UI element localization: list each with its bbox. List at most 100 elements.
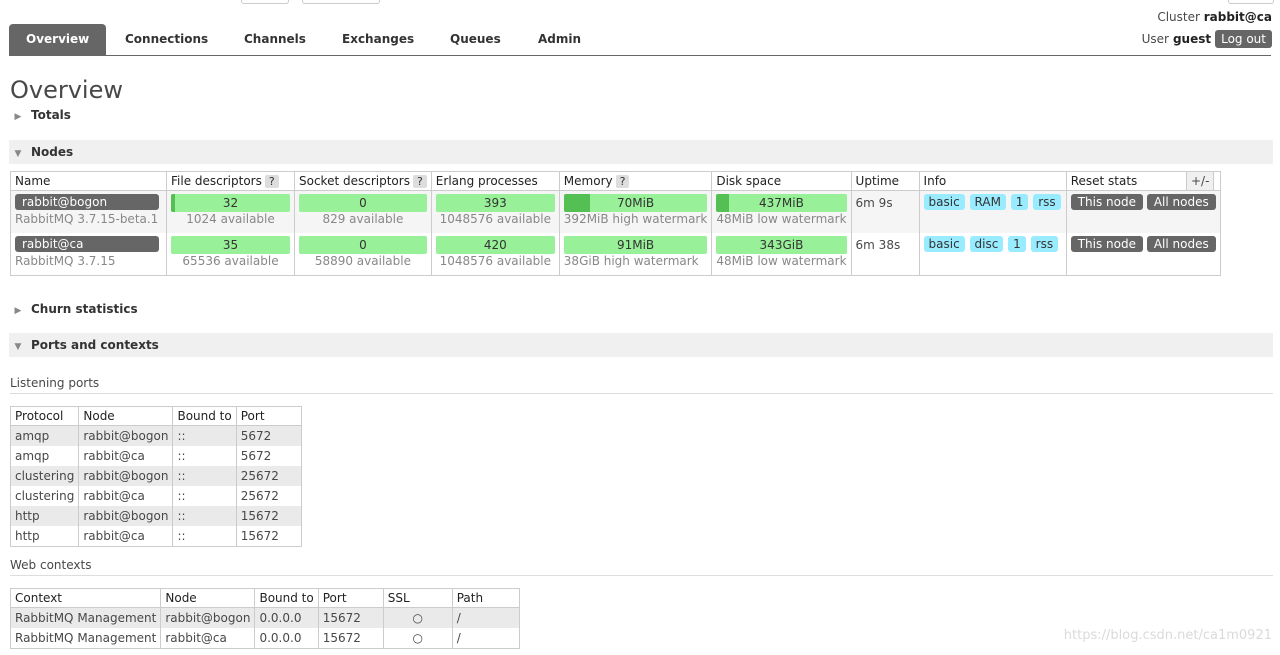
col-port: Port: [235, 406, 302, 426]
col-bound-to: Bound to: [172, 406, 237, 426]
socket-cell: 0 829 available: [294, 190, 432, 233]
section-totals[interactable]: ▶ Totals: [9, 103, 1273, 127]
tab-connections[interactable]: Connections: [108, 24, 225, 55]
node-link[interactable]: rabbit@ca: [15, 236, 159, 252]
memory-bar-fill: [563, 194, 590, 212]
process-cell: 420 1048576 available: [430, 233, 560, 276]
reset-this-node-button[interactable]: This node: [1070, 236, 1143, 252]
table-row: clustering rabbit@bogon:: 25672: [9, 466, 302, 486]
tab-admin[interactable]: Admin: [521, 24, 598, 55]
socket-bar: 0: [299, 194, 427, 212]
process-bar: 393: [435, 194, 555, 212]
info-tag-count[interactable]: 1: [1010, 194, 1029, 210]
node-link[interactable]: rabbit@bogon: [15, 194, 159, 210]
uptime-cell: 6m 9s: [850, 190, 920, 233]
nodes-header-row: Name File descriptors? Socket descriptor…: [10, 171, 1221, 191]
col-name: Name: [10, 171, 167, 191]
table-row: clustering rabbit@ca:: 25672: [9, 486, 302, 506]
info-tag-rss[interactable]: rss: [1030, 236, 1059, 252]
col-memory: Memory?: [558, 171, 713, 191]
fd-bar: 32: [171, 194, 290, 212]
fd-cell: 35 65536 available: [166, 233, 295, 276]
disk-bar: 437MiB: [716, 194, 847, 212]
section-nodes[interactable]: ▼ Nodes: [9, 140, 1273, 164]
disk-watermark: 48MiB low watermark: [716, 212, 847, 226]
info-tag-type[interactable]: disc: [969, 236, 1004, 252]
reset-all-nodes-button[interactable]: All nodes: [1146, 236, 1216, 252]
cluster-label: Cluster: [1157, 10, 1200, 24]
table-row: rabbit@ca RabbitMQ 3.7.15 35 65536 avail…: [10, 233, 1221, 276]
socket-available: 829 available: [322, 212, 404, 226]
fd-cell: 32 1024 available: [166, 190, 295, 233]
memory-watermark: 38GiB high watermark: [563, 254, 699, 268]
contexts-header-row: Context Node Bound to Port SSL Path: [9, 588, 520, 608]
fd-available: 1024 available: [186, 212, 275, 226]
help-icon[interactable]: ?: [264, 175, 279, 188]
info-tag-type[interactable]: RAM: [969, 194, 1006, 210]
tab-overview[interactable]: Overview: [9, 24, 107, 55]
col-protocol: Protocol: [9, 406, 80, 426]
info-cell: basic disc 1 rss: [918, 233, 1067, 276]
page-title: Overview: [10, 76, 123, 104]
disk-watermark: 48MiB low watermark: [716, 254, 847, 268]
section-churn[interactable]: ▶ Churn statistics: [9, 297, 1273, 321]
disk-bar: 343GiB: [716, 236, 847, 254]
ssl-off-icon: ○: [382, 628, 453, 649]
fd-available: 65536 available: [182, 254, 279, 268]
info-tag-rss[interactable]: rss: [1033, 194, 1061, 210]
section-nodes-label: Nodes: [31, 145, 74, 159]
reset-this-node-button[interactable]: This node: [1070, 194, 1143, 210]
column-toggle-button[interactable]: +/-: [1186, 171, 1215, 191]
process-bar: 420: [435, 236, 555, 254]
main-nav: Overview Connections Channels Exchanges …: [9, 24, 1271, 56]
table-row: RabbitMQ Management rabbit@bogon 0.0.0.0 15…: [9, 607, 520, 628]
logout-button[interactable]: Log out: [1215, 30, 1272, 48]
tab-exchanges[interactable]: Exchanges: [325, 24, 431, 55]
caret-right-icon: ▶: [14, 306, 22, 316]
node-name-cell: rabbit@bogon RabbitMQ 3.7.15-beta.1: [10, 190, 167, 233]
info-tag-count[interactable]: 1: [1008, 236, 1026, 252]
table-row: http rabbit@ca:: 15672: [9, 526, 302, 547]
memory-bar: 91MiB: [563, 236, 708, 254]
col-port: Port: [317, 588, 384, 608]
socket-available: 58890 available: [314, 254, 411, 268]
col-node: Node: [78, 406, 174, 426]
node-version: RabbitMQ 3.7.15: [15, 254, 116, 268]
info-tag-basic[interactable]: basic: [923, 194, 965, 210]
info-tag-basic[interactable]: basic: [923, 236, 965, 252]
help-icon[interactable]: ?: [412, 175, 427, 188]
help-icon[interactable]: ?: [615, 175, 630, 188]
socket-cell: 0 58890 available: [294, 233, 432, 276]
info-cell: basic RAM 1 rss: [918, 190, 1067, 233]
tab-channels[interactable]: Channels: [227, 24, 323, 55]
memory-bar: 70MiB: [563, 194, 708, 212]
table-row: rabbit@bogon RabbitMQ 3.7.15-beta.1 32 1…: [10, 190, 1221, 233]
memory-watermark: 392MiB high watermark: [563, 212, 708, 226]
col-disk-space: Disk space: [711, 171, 852, 191]
listening-ports-heading: Listening ports: [10, 376, 1273, 394]
fd-bar: 35: [171, 236, 290, 254]
ssl-off-icon: ○: [382, 607, 453, 628]
fd-bar-fill: [171, 194, 175, 212]
process-available: 1048576 available: [439, 254, 551, 268]
tab-queues[interactable]: Queues: [433, 24, 518, 55]
col-bound-to: Bound to: [254, 588, 319, 608]
reset-all-nodes-button[interactable]: All nodes: [1146, 194, 1216, 210]
cluster-info: Cluster rabbit@ca: [1157, 10, 1272, 24]
cluster-name: rabbit@ca: [1203, 10, 1272, 24]
col-socket-descriptors: Socket descriptors?: [294, 171, 432, 191]
col-ssl: SSL: [382, 588, 453, 608]
section-ports-label: Ports and contexts: [31, 338, 159, 352]
memory-cell: 91MiB 38GiB high watermark: [558, 233, 713, 276]
table-row: http rabbit@bogon:: 15672: [9, 506, 302, 526]
web-contexts-heading: Web contexts: [10, 558, 1273, 576]
col-info: Info: [918, 171, 1067, 191]
table-row: amqp rabbit@bogon:: 5672: [9, 425, 302, 446]
web-contexts-table: Context Node Bound to Port SSL Path Rabb…: [9, 588, 520, 649]
user-info: User guest Log out: [1142, 30, 1272, 48]
uptime-cell: 6m 38s: [850, 233, 920, 276]
listening-ports-table: Protocol Node Bound to Port amqp rabbit@b…: [9, 406, 302, 547]
section-ports[interactable]: ▼ Ports and contexts: [9, 333, 1273, 357]
user-name: guest: [1172, 32, 1212, 46]
col-erlang-processes: Erlang processes: [430, 171, 560, 191]
